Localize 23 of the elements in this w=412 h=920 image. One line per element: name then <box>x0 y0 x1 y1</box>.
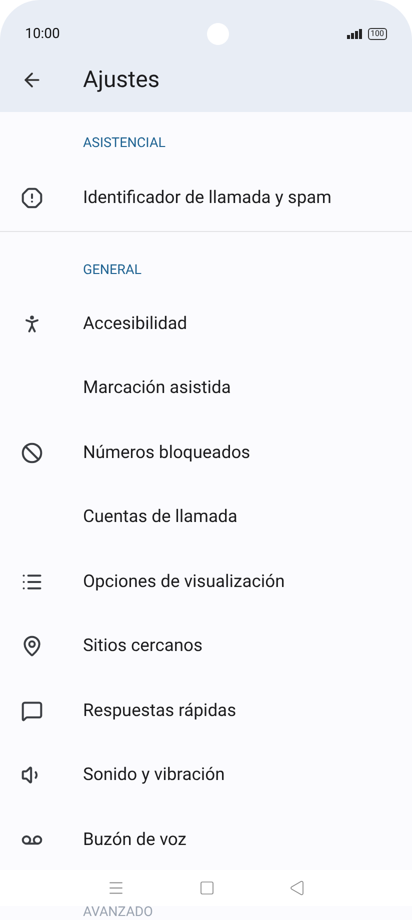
settings-item[interactable]: Números bloqueados <box>0 420 412 485</box>
settings-item[interactable]: Marcación asistida <box>0 356 412 420</box>
page-title: Ajustes <box>83 64 160 95</box>
settings-item[interactable]: Sonido y vibración <box>0 743 412 808</box>
settings-item[interactable]: Respuestas rápidas <box>0 678 412 743</box>
battery-indicator: 100 <box>368 28 387 40</box>
section-header: GENERAL <box>83 261 142 280</box>
settings-item[interactable]: Identificador de llamada y spam <box>0 166 412 230</box>
status-time: 10:00 <box>25 24 60 44</box>
settings-item[interactable]: Buzón de voz <box>0 808 412 872</box>
section-header: ASISTENCIAL <box>83 134 166 153</box>
settings-item[interactable]: Opciones de visualización <box>0 550 412 614</box>
home-icon[interactable] <box>199 880 215 896</box>
section-header: AVANZADO <box>83 902 153 920</box>
settings-item[interactable]: Accesibilidad <box>0 292 412 356</box>
chat-bubble-icon <box>21 700 43 722</box>
block-icon <box>21 442 43 464</box>
settings-item[interactable]: Cuentas de llamada <box>0 485 412 550</box>
back-icon[interactable] <box>289 880 305 896</box>
settings-item[interactable]: Sitios cercanos <box>0 614 412 678</box>
signal-icon <box>346 29 362 39</box>
location-pin-icon <box>21 635 43 658</box>
alert-icon <box>21 187 43 210</box>
